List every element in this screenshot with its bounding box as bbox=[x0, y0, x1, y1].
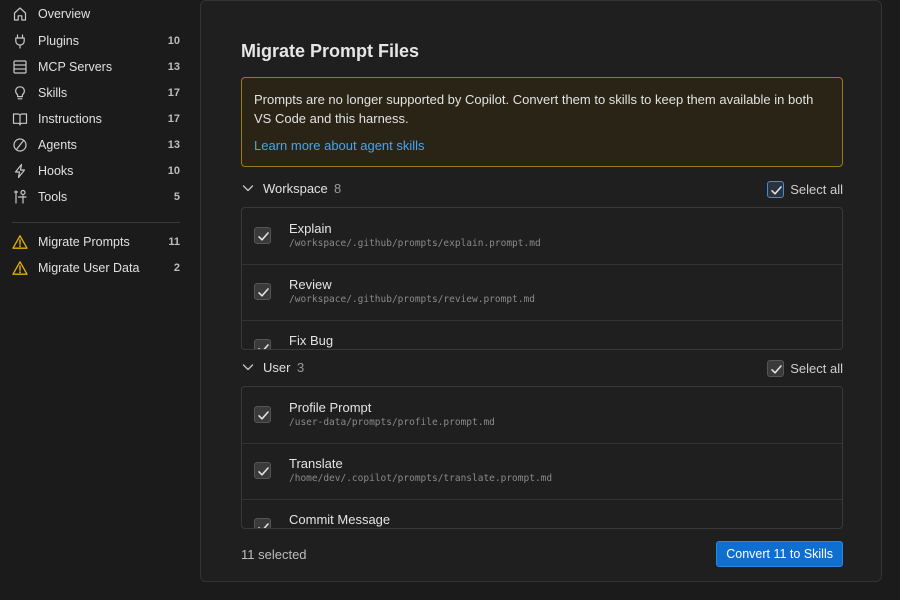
item-path: /user-data/prompts/profile.prompt.md bbox=[289, 417, 495, 428]
count-badge: 2 bbox=[173, 262, 180, 274]
count-badge: 10 bbox=[167, 35, 180, 47]
warning-message: Prompts are no longer supported by Copil… bbox=[254, 92, 814, 126]
sidebar-item-label: Overview bbox=[38, 7, 91, 21]
sidebar-item-label: Migrate Prompts bbox=[38, 235, 130, 249]
sidebar-item-migrate-prompts[interactable]: Migrate Prompts 11 bbox=[0, 229, 190, 255]
select-all-label: Select all bbox=[790, 360, 843, 376]
list-item[interactable]: Explain /workspace/.github/prompts/expla… bbox=[242, 208, 842, 265]
sidebar-item-label: Migrate User Data bbox=[38, 261, 140, 275]
item-name: Profile Prompt bbox=[289, 400, 372, 415]
item-name: Fix Bug bbox=[289, 333, 334, 348]
list-item[interactable]: Review /workspace/.github/prompts/review… bbox=[242, 264, 842, 321]
list-item[interactable]: Fix Bug bbox=[242, 320, 842, 349]
group-count: 3 bbox=[297, 360, 305, 375]
plug-icon bbox=[12, 33, 28, 49]
lightbulb-icon bbox=[12, 85, 28, 101]
item-checkbox[interactable] bbox=[254, 339, 271, 349]
page-title: Migrate Prompt Files bbox=[241, 41, 420, 61]
sidebar-item-plugins[interactable]: Plugins 10 bbox=[0, 28, 190, 54]
convert-to-skills-button[interactable]: Convert 11 to Skills bbox=[716, 541, 843, 567]
sidebar-item-skills[interactable]: Skills 17 bbox=[0, 80, 190, 106]
sidebar-item-agents[interactable]: Agents 13 bbox=[0, 132, 190, 158]
count-badge: 10 bbox=[167, 165, 180, 177]
group-name: Workspace bbox=[263, 181, 328, 196]
item-name: Commit Message bbox=[289, 512, 391, 527]
item-checkbox[interactable] bbox=[254, 406, 271, 423]
user-prompt-list: Profile Prompt /user-data/prompts/profil… bbox=[241, 386, 843, 529]
chevron-down-icon[interactable] bbox=[241, 360, 255, 374]
item-checkbox[interactable] bbox=[254, 518, 271, 528]
lightning-icon bbox=[12, 163, 28, 179]
list-item[interactable]: Commit Message bbox=[242, 499, 842, 528]
select-all-label: Select all bbox=[790, 181, 843, 197]
server-icon bbox=[12, 59, 28, 75]
home-icon bbox=[12, 6, 28, 22]
group-name: User bbox=[263, 360, 291, 375]
sidebar: Overview Plugins 10 MCP Servers 13 Skill… bbox=[0, 0, 190, 600]
agent-icon bbox=[12, 137, 28, 153]
sidebar-item-label: MCP Servers bbox=[38, 60, 113, 74]
item-checkbox[interactable] bbox=[254, 462, 271, 479]
select-all-workspace[interactable]: Select all bbox=[767, 178, 843, 200]
select-all-user[interactable]: Select all bbox=[767, 357, 843, 379]
list-item[interactable]: Profile Prompt /user-data/prompts/profil… bbox=[242, 387, 842, 444]
sidebar-item-label: Agents bbox=[38, 138, 77, 152]
selected-count: 11 selected bbox=[241, 547, 307, 562]
item-name: Explain bbox=[289, 221, 332, 236]
item-name: Review bbox=[289, 277, 332, 292]
sidebar-item-mcp-servers[interactable]: MCP Servers 13 bbox=[0, 54, 190, 80]
sidebar-item-label: Plugins bbox=[38, 34, 79, 48]
count-badge: 17 bbox=[167, 113, 180, 125]
main-panel: Migrate Prompt Files Prompts are no long… bbox=[200, 0, 882, 582]
sidebar-item-label: Instructions bbox=[38, 112, 102, 126]
sidebar-item-label: Skills bbox=[38, 86, 68, 100]
warning-icon bbox=[12, 234, 28, 250]
book-icon bbox=[12, 111, 28, 127]
list-item[interactable]: Translate /home/dev/.copilot/prompts/tra… bbox=[242, 443, 842, 500]
sidebar-item-label: Tools bbox=[38, 190, 68, 204]
sidebar-item-tools[interactable]: Tools 5 bbox=[0, 184, 190, 210]
item-path: /home/dev/.copilot/prompts/translate.pro… bbox=[289, 473, 553, 484]
workspace-prompt-list: Explain /workspace/.github/prompts/expla… bbox=[241, 207, 843, 350]
sidebar-item-overview[interactable]: Overview bbox=[0, 1, 190, 27]
sidebar-item-hooks[interactable]: Hooks 10 bbox=[0, 158, 190, 184]
sidebar-item-label: Hooks bbox=[38, 164, 74, 178]
select-all-checkbox[interactable] bbox=[767, 180, 785, 198]
chevron-down-icon[interactable] bbox=[241, 181, 255, 195]
item-path: /workspace/.github/prompts/review.prompt… bbox=[289, 294, 535, 305]
warning-banner: Prompts are no longer supported by Copil… bbox=[241, 77, 843, 167]
count-badge: 13 bbox=[167, 61, 180, 73]
item-checkbox[interactable] bbox=[254, 227, 271, 244]
warning-icon bbox=[12, 260, 28, 276]
group-header-user: User 3 Select all bbox=[241, 357, 843, 379]
count-badge: 17 bbox=[167, 87, 180, 99]
group-count: 8 bbox=[334, 181, 342, 196]
count-badge: 11 bbox=[168, 236, 180, 248]
tools-icon bbox=[12, 189, 28, 205]
count-badge: 5 bbox=[173, 191, 180, 203]
count-badge: 13 bbox=[167, 139, 180, 151]
sidebar-divider bbox=[12, 222, 180, 223]
group-header-workspace: Workspace 8 Select all bbox=[241, 178, 843, 200]
item-path: /workspace/.github/prompts/explain.promp… bbox=[289, 238, 541, 249]
item-name: Translate bbox=[289, 456, 343, 471]
item-checkbox[interactable] bbox=[254, 283, 271, 300]
select-all-checkbox[interactable] bbox=[767, 359, 785, 377]
sidebar-item-migrate-user-data[interactable]: Migrate User Data 2 bbox=[0, 255, 190, 281]
sidebar-item-instructions[interactable]: Instructions 17 bbox=[0, 106, 190, 132]
learn-more-link[interactable]: Learn more about agent skills bbox=[254, 138, 425, 153]
